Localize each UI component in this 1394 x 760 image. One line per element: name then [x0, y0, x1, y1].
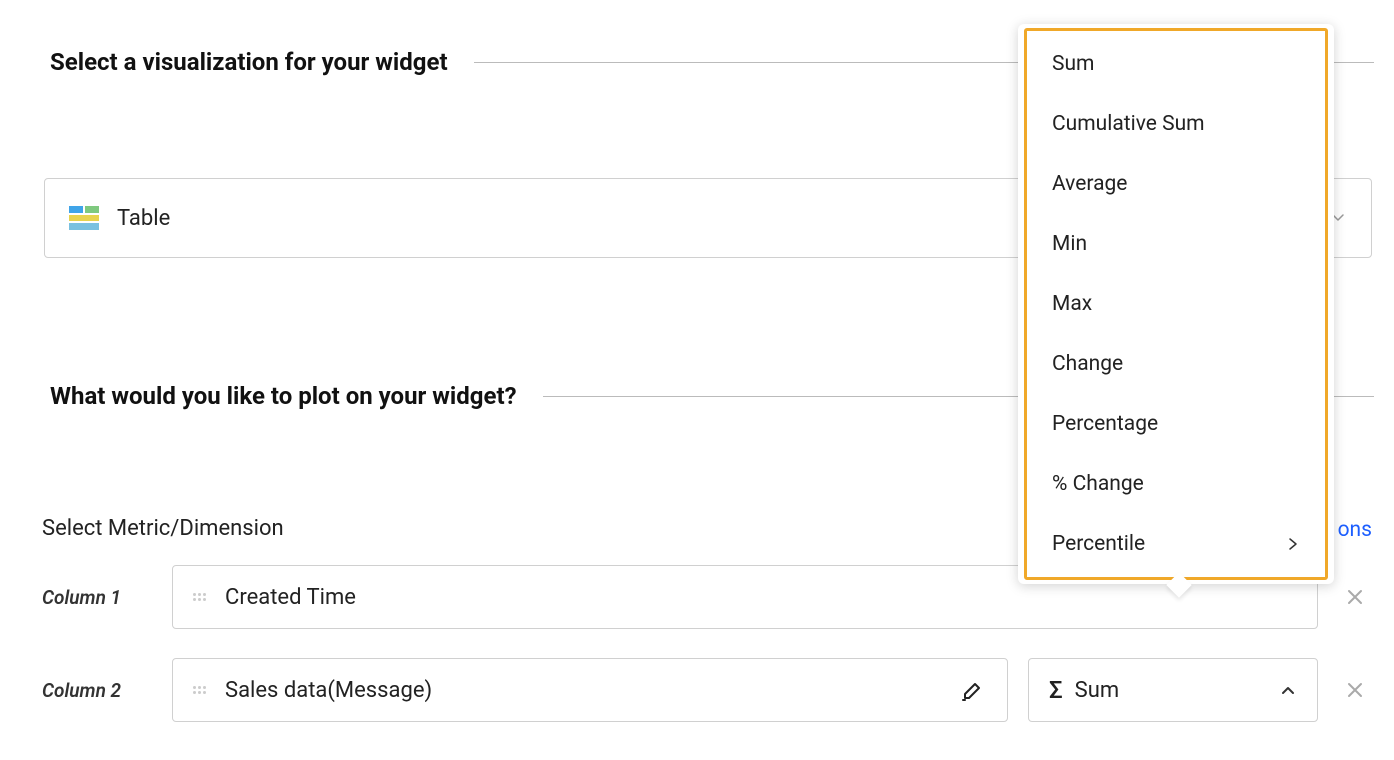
aggregation-dropdown: Sum Cumulative Sum Average Min Max Chang…: [1018, 24, 1334, 584]
dropdown-option-percentile[interactable]: Percentile: [1018, 514, 1334, 574]
drag-handle-icon[interactable]: [193, 680, 207, 700]
dropdown-option-max[interactable]: Max: [1018, 274, 1334, 334]
column-2-label: Column 2: [42, 679, 152, 702]
dropdown-option-sum[interactable]: Sum: [1018, 34, 1334, 94]
dropdown-option-percentage[interactable]: Percentage: [1018, 394, 1334, 454]
visualization-type-label: Table: [117, 206, 170, 231]
table-icon: [69, 206, 99, 230]
actions-link[interactable]: ons: [1338, 518, 1372, 542]
sigma-icon: Σ: [1049, 676, 1063, 704]
section-visualization-title: Select a visualization for your widget: [50, 48, 448, 76]
dropdown-option-cumulative-sum[interactable]: Cumulative Sum: [1018, 94, 1334, 154]
aggregation-select[interactable]: Σ Sum: [1028, 658, 1318, 722]
chevron-up-icon: [1279, 681, 1297, 699]
section-plot-title: What would you like to plot on your widg…: [50, 382, 517, 410]
chevron-icon[interactable]: [20, 55, 34, 69]
edit-icon[interactable]: [961, 678, 987, 702]
chevron-icon[interactable]: [20, 389, 34, 403]
remove-column-1-button[interactable]: [1338, 586, 1372, 608]
column-2-field-text: Sales data(Message): [225, 678, 432, 703]
column-1-field-text: Created Time: [225, 585, 356, 610]
aggregation-label: Sum: [1075, 678, 1119, 703]
dropdown-option-min[interactable]: Min: [1018, 214, 1334, 274]
column-1-label: Column 1: [42, 586, 152, 609]
dropdown-option-percent-change[interactable]: % Change: [1018, 454, 1334, 514]
dropdown-option-average[interactable]: Average: [1018, 154, 1334, 214]
chevron-right-icon: [1286, 537, 1300, 551]
remove-column-2-button[interactable]: [1338, 679, 1372, 701]
column-2-field[interactable]: Sales data(Message): [172, 658, 1008, 722]
metric-dimension-label: Select Metric/Dimension: [42, 516, 284, 541]
dropdown-option-change[interactable]: Change: [1018, 334, 1334, 394]
column-2-row: Column 2 Sales data(Message) Σ Sum: [42, 658, 1372, 722]
drag-handle-icon[interactable]: [193, 587, 207, 607]
